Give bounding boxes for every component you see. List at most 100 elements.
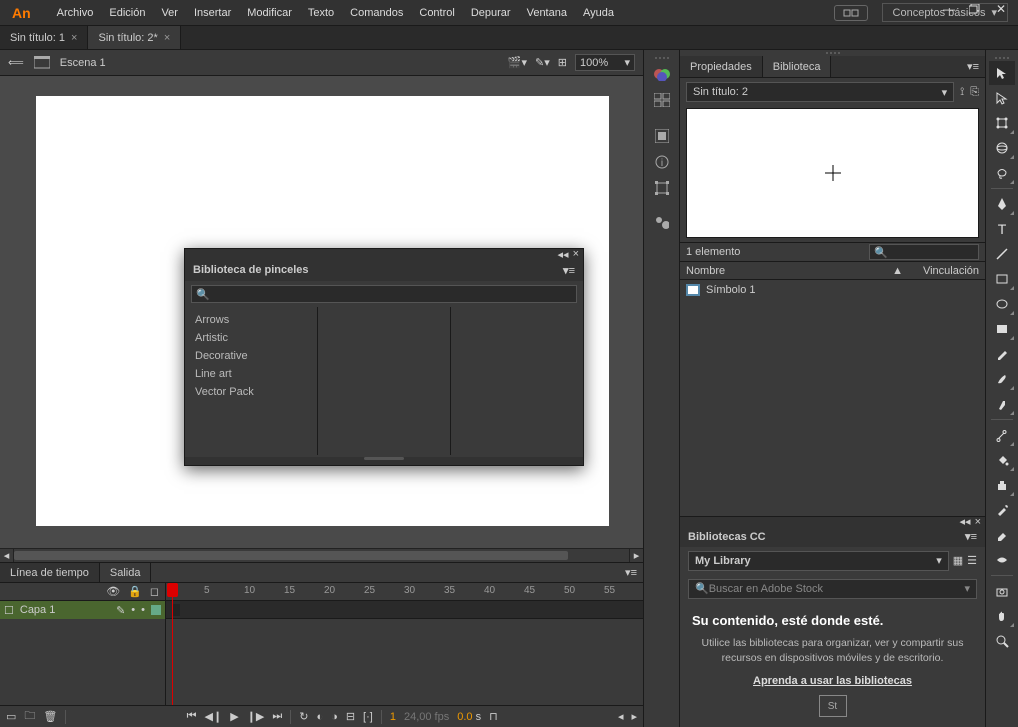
lock-icon[interactable]: 🔒 (128, 585, 142, 598)
clapper-icon[interactable]: 🎬▾ (508, 56, 527, 69)
brush-cat-arrows[interactable]: Arrows (185, 311, 317, 329)
new-library-icon[interactable]: ⎘ (970, 86, 979, 99)
edit-multiple-icon[interactable]: ⊟ (346, 710, 355, 723)
window-minimize-button[interactable]: — (936, 0, 962, 18)
line-tool[interactable] (989, 242, 1015, 266)
panel-resize-grip[interactable] (185, 457, 583, 465)
new-folder-icon[interactable]: 🗀 (24, 707, 35, 726)
tab-propiedades[interactable]: Propiedades (680, 56, 763, 77)
sync-settings-icon[interactable] (834, 5, 868, 21)
menu-ayuda[interactable]: Ayuda (575, 0, 622, 25)
layer-row[interactable]: ☐ Capa 1 ✎ • • (0, 601, 165, 619)
menu-edicion[interactable]: Edición (101, 0, 153, 25)
align-icon[interactable] (648, 88, 676, 112)
play-icon[interactable]: ▶ (230, 710, 238, 723)
layer-color-swatch[interactable] (151, 605, 161, 615)
keyframe[interactable] (172, 604, 180, 616)
window-close-button[interactable]: ✕ (988, 0, 1014, 18)
text-tool[interactable]: T (989, 217, 1015, 241)
scene-icon[interactable] (34, 56, 50, 70)
pin-icon[interactable]: ⟟ (960, 86, 964, 99)
close-icon[interactable]: × (164, 32, 170, 44)
3d-rotation-tool[interactable] (989, 136, 1015, 160)
menu-modificar[interactable]: Modificar (239, 0, 300, 25)
scroll-right-icon[interactable]: ▸ (631, 710, 637, 723)
step-forward-icon[interactable]: ❙▶ (247, 710, 265, 723)
symbol-edit-icon[interactable]: ✎▾ (535, 56, 550, 69)
brush-tool[interactable] (989, 367, 1015, 391)
width-tool[interactable] (989, 548, 1015, 572)
brush-library-icon[interactable] (648, 212, 676, 236)
stock-search[interactable]: 🔍 Buscar en Adobe Stock▾ (688, 579, 977, 599)
scroll-left-icon[interactable]: ◂ (618, 710, 624, 723)
frame-track[interactable] (166, 601, 643, 619)
ink-bottle-tool[interactable] (989, 473, 1015, 497)
collapse-icon[interactable]: ◂◂ (558, 248, 569, 261)
collapse-icon[interactable]: ◂◂ (960, 515, 971, 528)
close-icon[interactable]: × (975, 516, 981, 528)
visibility-icon[interactable]: 👁 (106, 585, 120, 598)
tab-output[interactable]: Salida (100, 563, 152, 582)
doc-tab-2[interactable]: Sin título: 2* × (88, 26, 181, 49)
outline-icon[interactable]: ◻ (150, 585, 159, 598)
onion-skin-icon[interactable]: ◐ (317, 711, 324, 723)
panel-grip[interactable]: ◂◂ × (185, 249, 583, 259)
goto-first-icon[interactable]: ⏮ (187, 710, 197, 723)
camera-tool[interactable] (989, 579, 1015, 603)
brush-cat-lineart[interactable]: Line art (185, 365, 317, 383)
span-icon[interactable]: ⊓ (489, 710, 498, 723)
center-stage-icon[interactable]: ⊞ (558, 56, 567, 69)
brush-cat-decorative[interactable]: Decorative (185, 347, 317, 365)
lasso-tool[interactable] (989, 161, 1015, 185)
menu-insertar[interactable]: Insertar (186, 0, 239, 25)
eraser-tool[interactable] (989, 523, 1015, 547)
marker-icon[interactable]: [·] (363, 711, 373, 723)
oval-tool[interactable] (989, 292, 1015, 316)
rectangle-primitive-tool[interactable] (989, 317, 1015, 341)
grid-view-icon[interactable]: ▦ (953, 554, 963, 567)
panel-menu-icon[interactable]: ▾≡ (961, 56, 985, 77)
menu-comandos[interactable]: Comandos (342, 0, 411, 25)
bone-tool[interactable] (989, 423, 1015, 447)
window-restore-button[interactable] (962, 0, 988, 18)
step-back-icon[interactable]: ◀❙ (205, 710, 223, 723)
adobe-stock-icon[interactable]: St (819, 695, 847, 717)
library-item[interactable]: Símbolo 1 (680, 280, 985, 300)
back-icon[interactable]: ⟸ (8, 56, 24, 69)
doc-tab-1[interactable]: Sin título: 1 × (0, 26, 88, 49)
brush-cat-vectorpack[interactable]: Vector Pack (185, 383, 317, 401)
horizontal-scrollbar[interactable]: ◂ ▸ (0, 548, 643, 562)
free-transform-tool[interactable] (989, 111, 1015, 135)
brush-cat-artistic[interactable]: Artistic (185, 329, 317, 347)
menu-depurar[interactable]: Depurar (463, 0, 519, 25)
loop-icon[interactable]: ↻ (299, 710, 308, 723)
menu-archivo[interactable]: Archivo (49, 0, 102, 25)
goto-last-icon[interactable]: ⏭ (272, 710, 282, 723)
paint-bucket-tool[interactable] (989, 448, 1015, 472)
pen-tool[interactable] (989, 192, 1015, 216)
cc-library-select[interactable]: My Library▾ (688, 551, 949, 571)
eyedropper-tool[interactable] (989, 498, 1015, 522)
info-icon[interactable]: i (648, 150, 676, 174)
menu-texto[interactable]: Texto (300, 0, 342, 25)
panel-menu-icon[interactable]: ▾≡ (619, 563, 643, 582)
cc-learn-link[interactable]: Aprenda a usar las bibliotecas (692, 675, 973, 687)
tab-biblioteca[interactable]: Biblioteca (763, 56, 832, 77)
frame-ruler[interactable]: 1 5 10 15 20 25 30 35 40 45 50 55 (166, 583, 643, 601)
library-search[interactable]: 🔍 (869, 244, 979, 260)
paint-brush-tool[interactable] (989, 392, 1015, 416)
playhead[interactable] (172, 583, 173, 705)
selection-tool[interactable] (989, 61, 1015, 85)
subselection-tool[interactable] (989, 86, 1015, 110)
onion-outline-icon[interactable]: ◑ (331, 711, 338, 723)
transform-icon[interactable] (648, 176, 676, 200)
menu-ventana[interactable]: Ventana (519, 0, 575, 25)
panel-menu-icon[interactable]: ▾≡ (563, 264, 575, 277)
delete-layer-icon[interactable]: 🗑 (43, 710, 57, 723)
menu-ver[interactable]: Ver (153, 0, 186, 25)
swatches-icon[interactable] (648, 62, 676, 86)
color-icon[interactable] (648, 124, 676, 148)
close-icon[interactable]: × (573, 248, 579, 260)
library-doc-select[interactable]: Sin título: 2▾ (686, 82, 954, 102)
brush-search[interactable]: 🔍 (191, 285, 577, 303)
